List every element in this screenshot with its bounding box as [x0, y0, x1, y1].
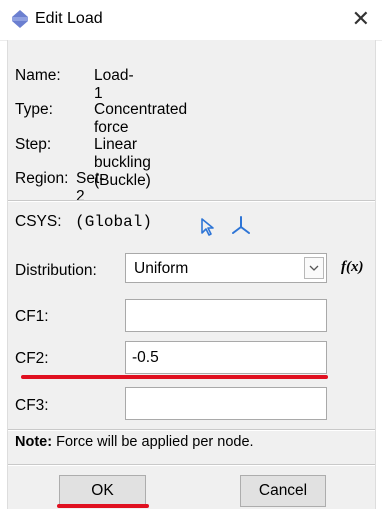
- ok-button[interactable]: OK: [59, 475, 146, 507]
- edit-load-icon: [12, 10, 28, 28]
- chevron-down-icon[interactable]: [304, 257, 324, 279]
- csys-value: (Global): [75, 213, 152, 231]
- cf1-input[interactable]: [125, 299, 327, 332]
- select-arrow-icon[interactable]: [200, 217, 216, 237]
- divider: [8, 464, 375, 466]
- cancel-button[interactable]: Cancel: [240, 475, 326, 507]
- type-label: Type:: [15, 101, 53, 118]
- step-label: Step:: [15, 136, 52, 153]
- fx-button[interactable]: f(x): [341, 259, 364, 276]
- cf1-label: CF1:: [15, 308, 49, 325]
- divider: [8, 429, 375, 431]
- close-icon[interactable]: ✕: [352, 6, 370, 32]
- name-label: Name:: [15, 67, 61, 84]
- cf2-input[interactable]: -0.5: [125, 341, 327, 374]
- region-label: Region:: [15, 170, 69, 187]
- edit-load-dialog: Name: Load-1 Type: Concentrated force St…: [7, 40, 376, 509]
- type-value: Concentrated force: [94, 101, 188, 136]
- ok-highlight-underline: [57, 504, 149, 508]
- csys-label: CSYS:: [15, 213, 62, 230]
- note-message: Force will be applied per node.: [52, 434, 254, 450]
- title-bar: Edit Load ✕: [0, 0, 382, 41]
- distribution-select[interactable]: Uniform: [125, 253, 327, 283]
- csys-row: CSYS: (Global): [15, 213, 152, 231]
- cf2-highlight-underline: [21, 375, 328, 379]
- cf3-label: CF3:: [15, 397, 49, 414]
- window-title: Edit Load: [35, 10, 103, 27]
- datum-csys-icon[interactable]: [230, 214, 252, 236]
- divider: [8, 200, 375, 202]
- name-value: Load-1: [94, 67, 134, 102]
- note-bold: Note:: [15, 434, 53, 450]
- distribution-label: Distribution:: [15, 262, 97, 279]
- distribution-value: Uniform: [134, 260, 189, 277]
- cf2-label: CF2:: [15, 350, 49, 367]
- cf3-input[interactable]: [125, 387, 327, 420]
- note-text: Note: Force will be applied per node.: [15, 434, 254, 450]
